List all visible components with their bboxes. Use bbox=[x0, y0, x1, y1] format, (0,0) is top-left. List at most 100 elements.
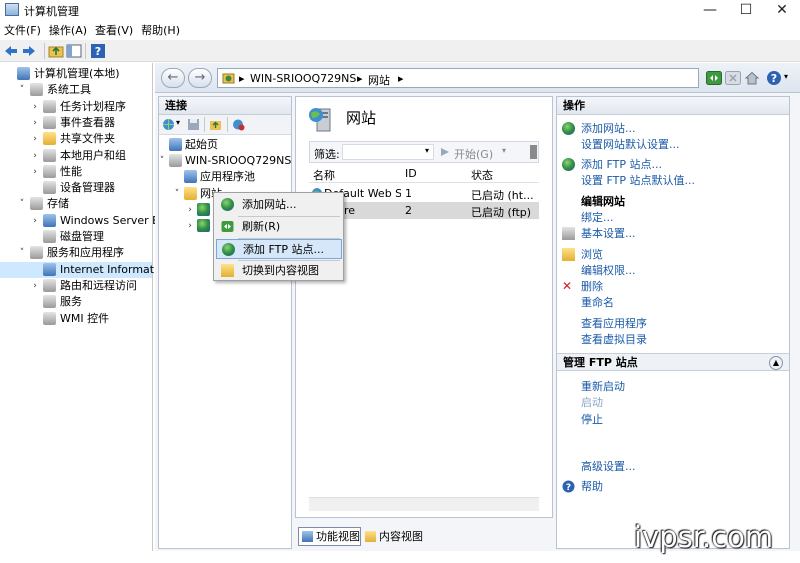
stop-icon[interactable] bbox=[725, 71, 741, 85]
users-icon bbox=[43, 148, 56, 162]
action-item[interactable]: 添加网站... bbox=[581, 121, 636, 136]
chevron-right-icon[interactable]: › bbox=[185, 202, 195, 218]
chevron-down-icon[interactable]: ˅ bbox=[17, 82, 27, 98]
chevron-down-icon[interactable]: ▾ bbox=[425, 146, 429, 155]
show-hide-tree-icon[interactable] bbox=[66, 43, 82, 59]
chevron-right-icon[interactable]: › bbox=[30, 148, 40, 164]
context-add-ftp-site[interactable]: 添加 FTP 站点... bbox=[216, 239, 342, 259]
ftp-action-item[interactable]: 启动 bbox=[581, 395, 603, 410]
chevron-down-icon[interactable]: ▾ bbox=[176, 118, 180, 127]
nav-forward-button[interactable]: → bbox=[188, 68, 212, 88]
tree-item[interactable]: WMI 控件 bbox=[0, 311, 152, 327]
tree-item[interactable]: › 事件查看器 bbox=[0, 115, 152, 131]
action-item[interactable]: 添加 FTP 站点... bbox=[581, 157, 662, 172]
tree-item[interactable]: 设备管理器 bbox=[0, 180, 152, 196]
action-item[interactable]: 浏览 bbox=[581, 247, 603, 262]
save-icon[interactable] bbox=[187, 118, 200, 131]
close-button[interactable]: ✕ bbox=[764, 0, 800, 22]
chevron-down-icon[interactable]: ˅ bbox=[17, 196, 27, 212]
action-help[interactable]: 帮助 bbox=[581, 479, 603, 494]
menu-help[interactable]: 帮助(H) bbox=[137, 22, 184, 40]
menu-action[interactable]: 操作(A) bbox=[45, 22, 91, 40]
breadcrumb-server[interactable]: WIN-SRIOOQ729NS bbox=[250, 72, 356, 85]
chevron-right-icon[interactable]: › bbox=[30, 99, 40, 115]
tree-item[interactable]: › 路由和远程访问 bbox=[0, 278, 152, 294]
tree-item[interactable]: ˅ 系统工具 bbox=[0, 82, 152, 98]
tree-item[interactable]: › 性能 bbox=[0, 164, 152, 180]
chevron-down-icon[interactable]: ▾ bbox=[784, 72, 788, 81]
help-icon: ? bbox=[562, 480, 575, 493]
chevron-right-icon[interactable]: › bbox=[30, 213, 40, 229]
maximize-button[interactable]: ☐ bbox=[728, 0, 764, 22]
content-view-icon bbox=[221, 264, 234, 277]
chevron-right-icon[interactable]: › bbox=[30, 164, 40, 180]
chevron-right-icon[interactable]: › bbox=[30, 115, 40, 131]
context-switch-content-view[interactable]: 切换到内容视图 bbox=[216, 261, 342, 281]
up-folder-icon[interactable] bbox=[48, 43, 64, 59]
connection-item[interactable]: 应用程序池 bbox=[159, 169, 291, 185]
start-button[interactable]: 开始(G) bbox=[454, 146, 493, 162]
minimize-button[interactable]: — bbox=[692, 0, 728, 22]
tools-icon bbox=[30, 83, 43, 97]
tree-item[interactable]: › Windows Server Back bbox=[0, 213, 179, 229]
chevron-right-icon[interactable]: › bbox=[30, 278, 40, 294]
tree-item[interactable]: › 共享文件夹 bbox=[0, 131, 152, 147]
up-folder-icon[interactable] bbox=[209, 118, 222, 131]
connection-item[interactable]: ˅ WIN-SRIOOQ729NS bbox=[159, 153, 291, 169]
chevron-down-icon[interactable]: ˅ bbox=[17, 245, 27, 261]
remove-connection-icon[interactable] bbox=[232, 118, 245, 131]
tree-item-label: 事件查看器 bbox=[60, 115, 115, 129]
context-refresh[interactable]: 刷新(R) bbox=[216, 217, 342, 237]
tree-item[interactable]: 服务 bbox=[0, 294, 152, 310]
ftp-action-item[interactable]: 停止 bbox=[581, 412, 603, 427]
action-item[interactable]: 重命名 bbox=[581, 295, 614, 310]
chevron-right-icon[interactable]: › bbox=[30, 131, 40, 147]
help-icon[interactable]: ? bbox=[766, 70, 782, 86]
refresh-icon[interactable] bbox=[706, 71, 722, 85]
tree-item[interactable]: ˅ 服务和应用程序 bbox=[0, 245, 152, 261]
back-arrow-icon[interactable] bbox=[3, 43, 19, 59]
filter-input[interactable] bbox=[342, 144, 434, 160]
help-icon[interactable]: ? bbox=[90, 43, 106, 59]
ftp-section-header[interactable]: 管理 FTP 站点 ▲ bbox=[557, 353, 789, 371]
action-item[interactable]: 绑定... bbox=[581, 210, 614, 225]
action-item[interactable]: 编辑权限... bbox=[581, 263, 636, 278]
connect-globe-icon[interactable] bbox=[162, 118, 175, 131]
action-item[interactable]: 查看虚拟目录 bbox=[581, 332, 647, 347]
action-item[interactable]: 删除 bbox=[581, 279, 603, 294]
action-item[interactable]: 查看应用程序 bbox=[581, 316, 647, 331]
column-id[interactable]: ID bbox=[405, 167, 417, 180]
chevron-down-icon[interactable]: ▾ bbox=[502, 146, 506, 155]
forward-arrow-icon[interactable] bbox=[21, 43, 37, 59]
context-add-website[interactable]: 添加网站... bbox=[216, 195, 342, 215]
connection-label: 应用程序池 bbox=[200, 170, 255, 184]
ftp-action-item[interactable]: 重新启动 bbox=[581, 379, 625, 394]
overflow-icon[interactable] bbox=[530, 145, 537, 159]
chevron-down-icon[interactable]: ˅ bbox=[157, 153, 167, 169]
tree-item[interactable]: Internet Information S bbox=[0, 261, 181, 278]
tab-content-view[interactable]: 内容视图 bbox=[361, 527, 424, 546]
menu-file[interactable]: 文件(F) bbox=[0, 22, 45, 40]
collapse-icon[interactable]: ▲ bbox=[769, 356, 783, 370]
tree-item[interactable]: 计算机管理(本地) bbox=[0, 66, 152, 82]
breadcrumb-sites[interactable]: 网站 bbox=[368, 72, 390, 88]
column-name[interactable]: 名称 bbox=[313, 167, 335, 183]
nav-back-button[interactable]: ← bbox=[161, 68, 185, 88]
connection-item[interactable]: 起始页 bbox=[159, 137, 291, 153]
menu-view[interactable]: 查看(V) bbox=[91, 22, 137, 40]
home-icon[interactable] bbox=[744, 71, 760, 85]
action-item[interactable]: 设置网站默认设置... bbox=[581, 137, 680, 152]
tree-item[interactable]: › 任务计划程序 bbox=[0, 99, 152, 115]
action-item[interactable]: 设置 FTP 站点默认值... bbox=[581, 173, 695, 188]
chevron-down-icon[interactable]: ˅ bbox=[172, 186, 182, 202]
chevron-right-icon[interactable]: › bbox=[185, 218, 195, 234]
tree-item[interactable]: › 本地用户和组 bbox=[0, 148, 152, 164]
tree-item[interactable]: ˅ 存储 bbox=[0, 196, 152, 212]
horizontal-scrollbar[interactable] bbox=[309, 497, 539, 511]
ftp-action-item[interactable]: 高级设置... bbox=[581, 459, 636, 474]
column-status[interactable]: 状态 bbox=[471, 167, 493, 183]
tree-item[interactable]: 磁盘管理 bbox=[0, 229, 152, 245]
action-item[interactable]: 基本设置... bbox=[581, 226, 636, 241]
breadcrumb[interactable]: ▸ WIN-SRIOOQ729NS ▸ 网站 ▸ bbox=[217, 68, 699, 88]
tab-feature-view[interactable]: 功能视图 bbox=[298, 527, 361, 546]
